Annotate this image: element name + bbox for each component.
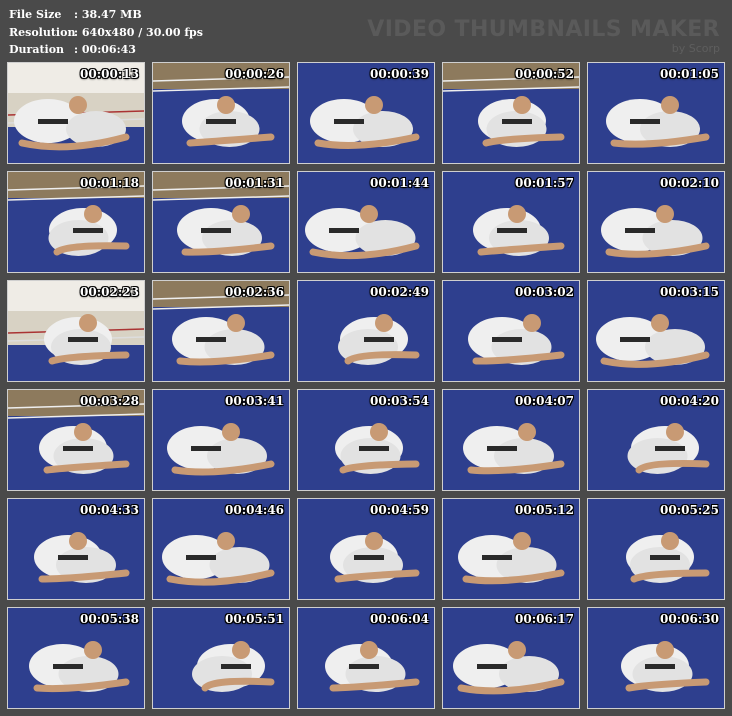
thumbnail-frame: 00:06:30: [587, 607, 725, 709]
thumbnail-frame: 00:01:05: [587, 62, 725, 164]
thumbnail-frame: 00:01:31: [152, 171, 290, 273]
thumbnail-frame: 00:00:39: [297, 62, 435, 164]
thumbnail-timestamp: 00:03:41: [225, 394, 284, 408]
thumbnail-timestamp: 00:03:15: [660, 285, 719, 299]
thumbnail-frame: 00:03:15: [587, 280, 725, 382]
thumbnail-timestamp: 00:05:38: [80, 612, 139, 626]
thumbnail-frame: 00:02:36: [152, 280, 290, 382]
thumbnail-frame: 00:01:18: [7, 171, 145, 273]
thumbnail-timestamp: 00:06:17: [515, 612, 574, 626]
thumbnail-timestamp: 00:02:10: [660, 176, 719, 190]
thumbnail-frame: 00:04:07: [442, 389, 580, 491]
thumbnail-timestamp: 00:02:36: [225, 285, 284, 299]
thumbnail-frame: 00:05:12: [442, 498, 580, 600]
thumbnail-frame: 00:04:33: [7, 498, 145, 600]
thumbnail-timestamp: 00:05:51: [225, 612, 284, 626]
thumbnail-timestamp: 00:05:12: [515, 503, 574, 517]
thumbnail-frame: 00:05:38: [7, 607, 145, 709]
thumbnail-frame: 00:04:20: [587, 389, 725, 491]
thumbnail-timestamp: 00:00:39: [370, 67, 429, 81]
thumbnail-timestamp: 00:04:07: [515, 394, 574, 408]
thumbnail-timestamp: 00:03:54: [370, 394, 429, 408]
thumbnail-frame: 00:01:44: [297, 171, 435, 273]
thumbnail-timestamp: 00:03:02: [515, 285, 574, 299]
thumbnail-frame: 00:01:57: [442, 171, 580, 273]
thumbnail-timestamp: 00:04:46: [225, 503, 284, 517]
thumbnail-timestamp: 00:06:30: [660, 612, 719, 626]
thumbnail-timestamp: 00:01:05: [660, 67, 719, 81]
thumbnail-frame: 00:04:46: [152, 498, 290, 600]
thumbnail-timestamp: 00:01:31: [225, 176, 284, 190]
thumbnail-frame: 00:03:28: [7, 389, 145, 491]
thumbnail-frame: 00:00:26: [152, 62, 290, 164]
thumbnail-frame: 00:05:51: [152, 607, 290, 709]
thumbnail-timestamp: 00:01:18: [80, 176, 139, 190]
thumbnail-grid: 00:00:13 00:00:26 00:00:39 00:00:52 00:01:05…: [0, 0, 732, 716]
thumbnail-frame: 00:02:49: [297, 280, 435, 382]
thumbnail-timestamp: 00:00:52: [515, 67, 574, 81]
thumbnail-frame: 00:04:59: [297, 498, 435, 600]
thumbnail-timestamp: 00:02:49: [370, 285, 429, 299]
thumbnail-timestamp: 00:04:33: [80, 503, 139, 517]
thumbnail-timestamp: 00:01:44: [370, 176, 429, 190]
thumbnail-frame: 00:03:54: [297, 389, 435, 491]
thumbnail-timestamp: 00:04:59: [370, 503, 429, 517]
thumbnail-timestamp: 00:00:13: [80, 67, 139, 81]
thumbnail-frame: 00:00:52: [442, 62, 580, 164]
thumbnail-timestamp: 00:02:23: [80, 285, 139, 299]
thumbnail-timestamp: 00:06:04: [370, 612, 429, 626]
thumbnail-frame: 00:06:17: [442, 607, 580, 709]
thumbnail-timestamp: 00:00:26: [225, 67, 284, 81]
thumbnail-frame: 00:05:25: [587, 498, 725, 600]
thumbnail-frame: 00:03:41: [152, 389, 290, 491]
thumbnail-frame: 00:00:13: [7, 62, 145, 164]
thumbnail-frame: 00:02:10: [587, 171, 725, 273]
thumbnail-frame: 00:06:04: [297, 607, 435, 709]
thumbnail-timestamp: 00:01:57: [515, 176, 574, 190]
thumbnail-timestamp: 00:04:20: [660, 394, 719, 408]
thumbnail-frame: 00:03:02: [442, 280, 580, 382]
thumbnail-frame: 00:02:23: [7, 280, 145, 382]
thumbnail-timestamp: 00:03:28: [80, 394, 139, 408]
thumbnail-timestamp: 00:05:25: [660, 503, 719, 517]
